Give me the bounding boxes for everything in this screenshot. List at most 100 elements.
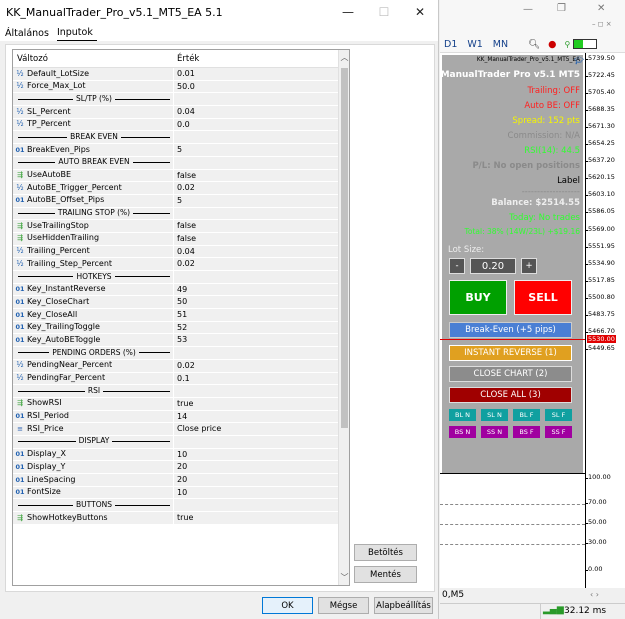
value-cell[interactable]: 52	[173, 321, 349, 334]
notification-icon[interactable]: ●	[548, 39, 556, 50]
grid-row[interactable]: 01 Display_X 10	[13, 448, 349, 462]
tab-general[interactable]: Általános	[5, 28, 53, 41]
timeframe-w1[interactable]: W1	[467, 39, 482, 50]
value-cell[interactable]: 0.04	[173, 106, 349, 118]
grid-separator-row[interactable]: HOTKEYS	[13, 271, 349, 284]
grid-row[interactable]: 01 Key_CloseChart 50	[13, 296, 349, 310]
grid-row[interactable]: ½ SL_Percent 0.04	[13, 106, 349, 119]
value-cell[interactable]: 0.01	[173, 68, 349, 80]
grid-row[interactable]: 01 Key_InstantReverse 49	[13, 283, 349, 297]
mt5-minimize-icon[interactable]: —	[523, 4, 533, 15]
sell-limit-near-button[interactable]: SL N	[481, 409, 508, 421]
grid-separator-row[interactable]: SL/TP (%)	[13, 93, 349, 107]
grid-row[interactable]: ⇶ ShowHotkeyButtons true	[13, 512, 349, 525]
grid-separator-row[interactable]: RSI	[13, 385, 349, 398]
sell-stop-far-button[interactable]: SS F	[545, 426, 572, 438]
grid-row[interactable]: ⇶ UseHiddenTrailing false	[13, 232, 349, 246]
grid-separator-row[interactable]: AUTO BREAK EVEN	[13, 156, 349, 170]
header-variable[interactable]: Változó	[13, 50, 173, 67]
scroll-up-icon[interactable]: ︿	[339, 52, 349, 63]
grid-row[interactable]: 01 AutoBE_Offset_Pips 5	[13, 194, 349, 208]
value-cell[interactable]: false	[173, 220, 349, 232]
algo-trading-toggle[interactable]	[573, 39, 598, 49]
sell-button[interactable]: SELL	[514, 280, 572, 315]
grid-row[interactable]: 01 Display_Y 20	[13, 461, 349, 474]
grid-separator-row[interactable]: BUTTONS	[13, 499, 349, 513]
sell-limit-far-button[interactable]: SL F	[545, 409, 572, 421]
value-cell[interactable]: 0.1	[173, 372, 349, 385]
lot-value-field[interactable]: 0.20	[470, 258, 516, 274]
value-cell[interactable]: true	[173, 397, 349, 410]
value-cell[interactable]: 10	[173, 486, 349, 499]
mt5-subwindow-controls-icon[interactable]: – ◻ ×	[592, 20, 612, 28]
header-value[interactable]: Érték	[173, 50, 349, 67]
instant-reverse-button[interactable]: INSTANT REVERSE (1)	[449, 345, 572, 361]
buy-stop-near-button[interactable]: BS N	[449, 426, 476, 438]
value-cell[interactable]: 0.04	[173, 245, 349, 258]
value-cell[interactable]: 0.0	[173, 118, 349, 131]
lot-plus-button[interactable]: +	[521, 258, 537, 274]
mt5-close-icon[interactable]: ✕	[597, 3, 605, 14]
close-icon[interactable]: ✕	[402, 0, 438, 24]
timeframe-d1[interactable]: D1	[444, 39, 457, 50]
timeframe-mn[interactable]: MN	[493, 39, 508, 50]
grid-row[interactable]: ½ AutoBE_Trigger_Percent 0.02	[13, 182, 349, 195]
value-cell[interactable]: 49	[173, 283, 349, 296]
value-cell[interactable]: 0.02	[173, 182, 349, 194]
value-cell[interactable]: 50.0	[173, 80, 349, 93]
grid-row[interactable]: 01 Key_CloseAll 51	[13, 309, 349, 322]
value-cell[interactable]: false	[173, 169, 349, 182]
search-icon[interactable]: 🔍︎	[528, 39, 540, 50]
grid-row[interactable]: 01 FontSize 10	[13, 486, 349, 500]
mt5-restore-icon[interactable]: ❐	[557, 3, 566, 14]
value-cell[interactable]: 50	[173, 296, 349, 309]
value-cell[interactable]: Close price	[173, 423, 349, 435]
rsi-subwindow[interactable]	[440, 473, 585, 588]
value-cell[interactable]: 5	[173, 144, 349, 156]
grid-row[interactable]: ½ Trailing_Step_Percent 0.02	[13, 258, 349, 271]
grid-row[interactable]: ½ PendingNear_Percent 0.02	[13, 359, 349, 373]
value-cell[interactable]: 53	[173, 334, 349, 347]
tab-scroll-arrows-icon[interactable]: ‹ ›	[590, 590, 599, 599]
chart-tab[interactable]: 0,M5	[442, 590, 464, 600]
grid-row[interactable]: 01 BreakEven_Pips 5	[13, 144, 349, 157]
close-chart-button[interactable]: CLOSE CHART (2)	[449, 366, 572, 382]
value-cell[interactable]: 14	[173, 410, 349, 423]
sell-stop-near-button[interactable]: SS N	[481, 426, 508, 438]
signal-icon[interactable]: ⚲	[564, 40, 570, 49]
scrollbar-thumb[interactable]	[341, 68, 348, 428]
value-cell[interactable]: 20	[173, 474, 349, 486]
grid-row[interactable]: ≡ RSI_Price Close price	[13, 423, 349, 436]
buy-limit-far-button[interactable]: BL F	[513, 409, 540, 421]
price-axis[interactable]: 5739.50 5722.45 5705.40 5688.35 5671.30 5654.…	[584, 53, 625, 588]
value-cell[interactable]: 10	[173, 448, 349, 461]
grid-separator-row[interactable]: BREAK EVEN	[13, 131, 349, 145]
grid-scrollbar[interactable]: ︿ ﹀	[338, 50, 349, 585]
grid-separator-row[interactable]: TRAILING STOP (%)	[13, 207, 349, 221]
grid-row[interactable]: ½ Trailing_Percent 0.04	[13, 245, 349, 259]
ok-button[interactable]: OK	[262, 597, 313, 614]
close-all-button[interactable]: CLOSE ALL (3)	[449, 387, 572, 403]
buy-stop-far-button[interactable]: BS F	[513, 426, 540, 438]
defaults-button[interactable]: Alapbeállítás	[374, 597, 433, 614]
value-cell[interactable]: 20	[173, 461, 349, 473]
buy-button[interactable]: BUY	[449, 280, 507, 315]
grid-row[interactable]: ½ Default_LotSize 0.01	[13, 68, 349, 81]
load-button[interactable]: Betöltés	[354, 544, 417, 561]
save-button[interactable]: Mentés	[354, 566, 417, 583]
grid-row[interactable]: 01 Key_TrailingToggle 52	[13, 321, 349, 335]
scroll-down-icon[interactable]: ﹀	[339, 572, 349, 583]
grid-row[interactable]: ½ Force_Max_Lot 50.0	[13, 80, 349, 94]
lot-minus-button[interactable]: -	[449, 258, 465, 274]
grid-row[interactable]: 01 Key_AutoBEToggle 53	[13, 334, 349, 348]
grid-row[interactable]: ⇶ ShowRSI true	[13, 397, 349, 411]
cancel-button[interactable]: Mégse	[318, 597, 369, 614]
grid-separator-row[interactable]: PENDING ORDERS (%)	[13, 347, 349, 360]
grid-row[interactable]: 01 RSI_Period 14	[13, 410, 349, 424]
grid-row[interactable]: ⇶ UseAutoBE false	[13, 169, 349, 183]
grid-row[interactable]: 01 LineSpacing 20	[13, 474, 349, 487]
minimize-icon[interactable]: —	[330, 0, 366, 24]
break-even-button[interactable]: Break-Even (+5 pips)	[449, 322, 572, 338]
value-cell[interactable]: 0.02	[173, 258, 349, 270]
ea-hat-icon[interactable]: 🎓︎	[574, 56, 584, 65]
